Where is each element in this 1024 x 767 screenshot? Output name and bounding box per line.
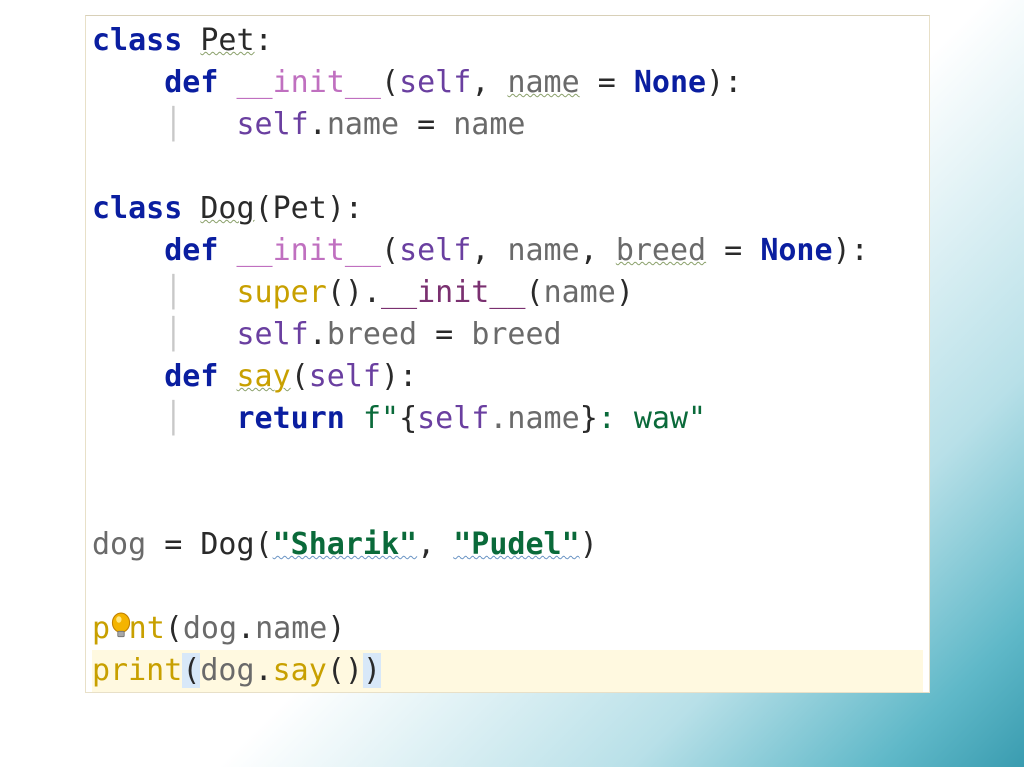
param-breed: breed [616, 233, 706, 268]
current-line-highlight: print(dog.say()) [92, 650, 923, 692]
keyword-class: class [92, 23, 182, 58]
attr-name: name [327, 107, 399, 142]
param-name: name [507, 65, 579, 100]
caret-selection: ( [182, 653, 200, 688]
code-content: class Pet: def __init__(self, name = Non… [92, 20, 923, 692]
keyword-return: return [237, 401, 345, 436]
fstring-text: : waw" [598, 401, 706, 436]
builtin-super: super [237, 275, 327, 310]
string-sharik: "Sharik" [273, 527, 418, 562]
class-name-dog: Dog [200, 191, 254, 226]
string-pudel: "Pudel" [453, 527, 579, 562]
method-init: __init__ [237, 65, 382, 100]
presentation-slide: class Pet: def __init__(self, name = Non… [0, 0, 1024, 767]
code-editor-panel: class Pet: def __init__(self, name = Non… [85, 15, 930, 693]
literal-none: None [634, 65, 706, 100]
var-dog: dog [92, 527, 146, 562]
attr-breed: breed [327, 317, 417, 352]
fstring-prefix: f" [363, 401, 399, 436]
class-name-pet: Pet [200, 23, 254, 58]
keyword-def: def [164, 65, 218, 100]
method-say: say [237, 359, 291, 394]
param-self: self [399, 65, 471, 100]
builtin-print: print [92, 653, 182, 688]
